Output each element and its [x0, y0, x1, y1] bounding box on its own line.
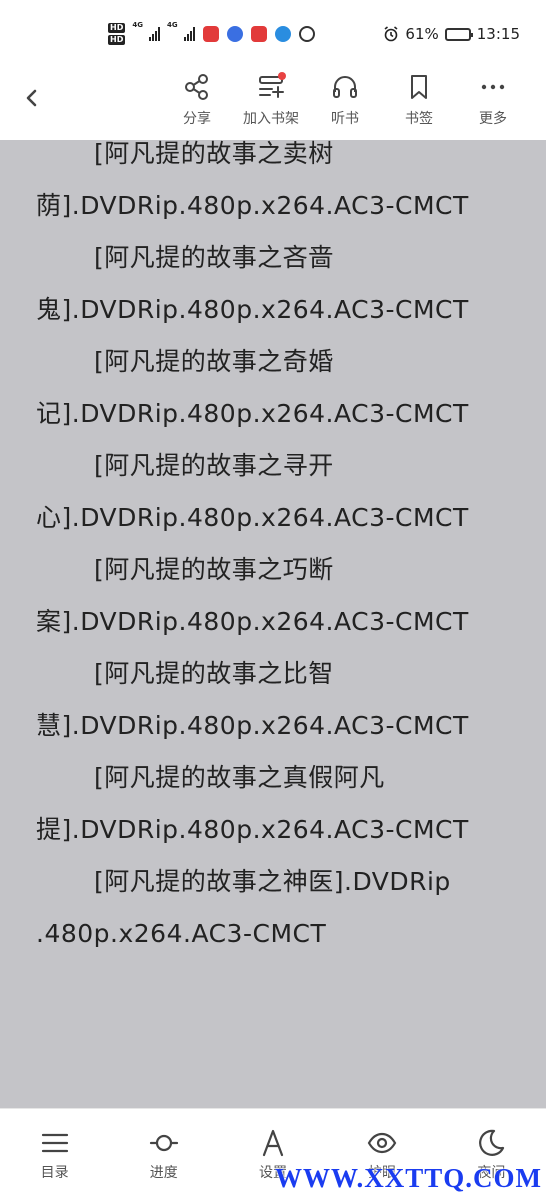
more-button[interactable]: 更多 — [456, 72, 530, 128]
content-paragraph: [阿凡提的故事之巧断案].DVDRip.480p.x264.AC3-CMCT — [36, 555, 469, 636]
reader-toolbar: 分享 加入书架 听书 书签 更多 — [0, 68, 546, 140]
bookmark-icon — [411, 75, 427, 99]
progress-button[interactable]: 进度 — [124, 1128, 204, 1182]
add-to-bookshelf-button[interactable]: 加入书架 — [234, 72, 308, 128]
eye-icon — [367, 1132, 397, 1153]
network-type-label: 4G — [132, 21, 143, 29]
font-settings-icon — [262, 1129, 284, 1156]
music-app-icon — [226, 26, 243, 42]
browser-app-icon — [274, 26, 291, 42]
content-paragraph: [阿凡提的故事之吝啬鬼].DVDRip.480p.x264.AC3-CMCT — [36, 243, 469, 324]
app-notification-icon — [250, 26, 267, 42]
reader-screen: HD HD 4G 4G 61% 13:15 分享 加入书架 听书 书签 更多 [… — [0, 0, 546, 1200]
notification-dot — [278, 72, 286, 80]
listen-label: 听书 — [331, 111, 359, 127]
chevron-left-icon — [26, 89, 37, 107]
signal-icon — [148, 27, 160, 41]
more-icon — [481, 84, 505, 90]
hd-badge: HD — [108, 35, 126, 45]
battery-icon — [444, 27, 473, 41]
battery-percent: 61% — [405, 25, 439, 43]
bookmark-label: 书签 — [405, 111, 433, 127]
back-button[interactable] — [16, 82, 48, 114]
bookmark-button[interactable]: 书签 — [382, 72, 456, 128]
content-paragraph: [阿凡提的故事之神医].DVDRip .480p.x264.AC3-CMCT — [36, 867, 451, 948]
table-of-contents-label: 目录 — [40, 1164, 69, 1181]
hand-icon — [298, 26, 315, 42]
menu-list-icon — [41, 1133, 68, 1152]
content-paragraph: [阿凡提的故事之比智慧].DVDRip.480p.x264.AC3-CMCT — [36, 659, 469, 740]
site-watermark: WWW.XXTTQ.COM — [274, 1163, 542, 1193]
content-paragraph: [阿凡提的故事之奇婚记].DVDRip.480p.x264.AC3-CMCT — [36, 347, 469, 428]
hd-indicators: HD HD — [108, 23, 126, 45]
content-paragraph: [阿凡提的故事之寻开心].DVDRip.480p.x264.AC3-CMCT — [36, 451, 469, 532]
add-to-bookshelf-label: 加入书架 — [243, 111, 299, 127]
more-label: 更多 — [479, 111, 507, 127]
status-right: 61% 13:15 — [383, 25, 520, 43]
headphones-icon — [333, 76, 357, 98]
status-bar: HD HD 4G 4G 61% 13:15 — [0, 0, 546, 68]
app-notification-icon — [202, 26, 219, 42]
content-paragraph: [阿凡提的故事之真假阿凡提].DVDRip.480p.x264.AC3-CMCT — [36, 763, 469, 844]
content-paragraph: [阿凡提的故事之卖树荫].DVDRip.480p.x264.AC3-CMCT — [36, 140, 469, 220]
progress-label: 进度 — [149, 1164, 178, 1181]
reading-content[interactable]: [阿凡提的故事之卖树荫].DVDRip.480p.x264.AC3-CMCT [… — [0, 140, 546, 1108]
table-of-contents-button[interactable]: 目录 — [15, 1128, 95, 1182]
progress-icon — [149, 1134, 178, 1151]
moon-icon — [479, 1129, 505, 1156]
share-label: 分享 — [183, 111, 211, 127]
share-icon — [185, 74, 208, 100]
clock: 13:15 — [476, 25, 520, 43]
listen-button[interactable]: 听书 — [308, 72, 382, 128]
share-button[interactable]: 分享 — [160, 72, 234, 128]
alarm-icon — [384, 26, 398, 42]
toolbar-actions: 分享 加入书架 听书 书签 更多 — [160, 72, 530, 128]
hd-badge: HD — [108, 23, 126, 33]
status-left: HD HD 4G 4G — [108, 21, 315, 45]
signal-icon — [183, 27, 195, 41]
network-type-label: 4G — [166, 21, 178, 29]
